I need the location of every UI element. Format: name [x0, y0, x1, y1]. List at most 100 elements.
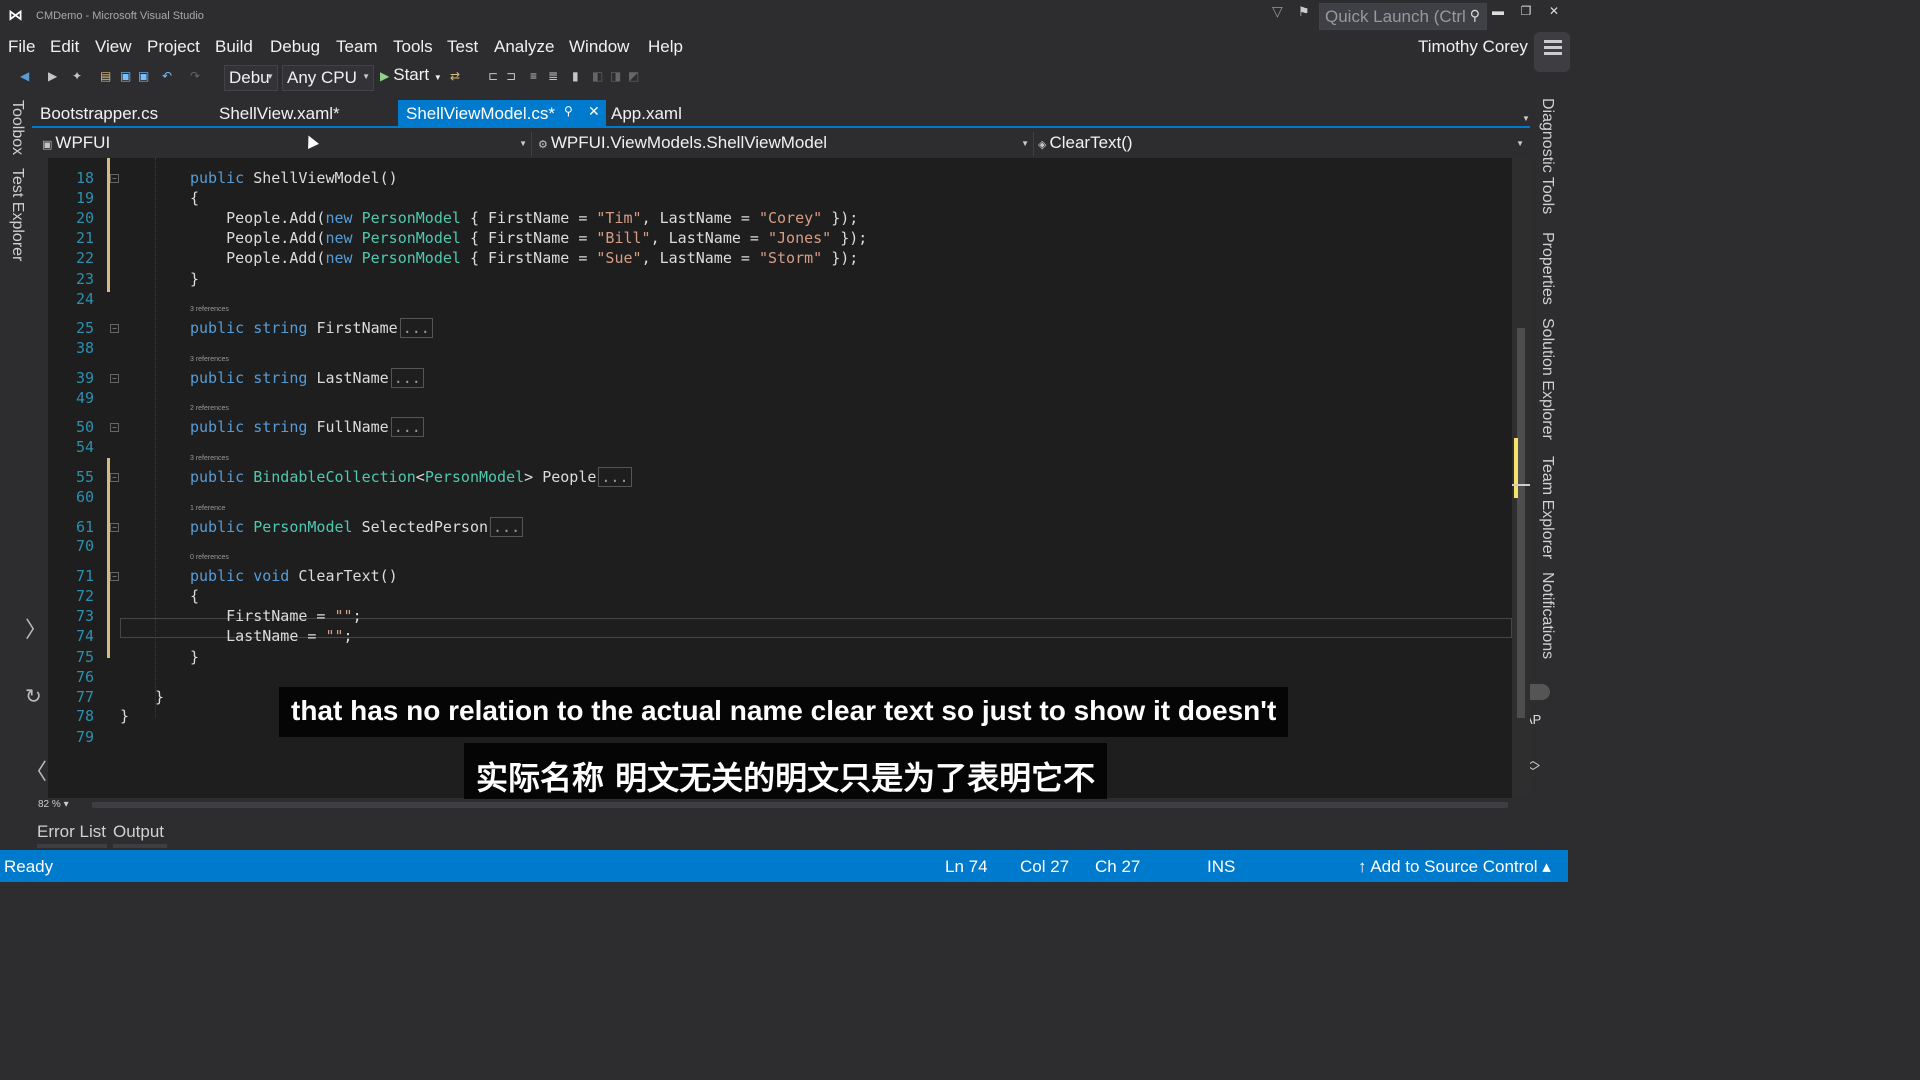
menu-tools[interactable]: Tools — [393, 37, 433, 57]
diagnostic-tools-tab[interactable]: Diagnostic Tools — [1538, 98, 1556, 214]
codelens-references[interactable]: 3 references — [190, 455, 229, 462]
scrollbar-thumb[interactable] — [1517, 328, 1525, 718]
code-token: } — [155, 688, 165, 706]
collapse-region-icon[interactable]: − — [110, 174, 119, 183]
menu-analyze[interactable]: Analyze — [494, 37, 554, 57]
tab-bootstrapper[interactable]: Bootstrapper.cs — [32, 100, 166, 126]
tab-shellview-xaml[interactable]: ShellView.xaml* — [211, 100, 348, 126]
menu-window[interactable]: Window — [569, 37, 629, 57]
menu-debug[interactable]: Debug — [270, 37, 320, 57]
toolbar-tool-icon[interactable]: ⊐ — [506, 69, 516, 83]
close-icon[interactable]: ✕ — [588, 103, 600, 120]
refresh-icon[interactable]: ↻ — [25, 684, 42, 709]
collapsed-region[interactable]: ... — [390, 417, 424, 437]
editor-vertical-scrollbar[interactable] — [1512, 158, 1530, 798]
editor-horizontal-scrollbar[interactable] — [92, 802, 1508, 808]
toolbar-tool-icon[interactable]: ⊏ — [488, 69, 498, 83]
code-line: People.Add(new PersonModel { FirstName =… — [190, 209, 858, 227]
quick-launch-input[interactable]: Quick Launch (Ctrl ⚲ — [1319, 3, 1487, 30]
menu-view[interactable]: View — [95, 37, 132, 57]
collapse-region-icon[interactable]: − — [110, 423, 119, 432]
collapsed-region[interactable]: ... — [399, 318, 433, 338]
collapse-region-icon[interactable]: − — [110, 523, 119, 532]
feedback-filter-icon[interactable]: ▽ — [1272, 3, 1283, 20]
code-line: public string FirstName... — [190, 318, 433, 338]
redo-icon[interactable]: ↷ — [190, 69, 200, 83]
line-number: 19 — [75, 189, 94, 207]
pin-icon[interactable]: ⚲ — [564, 104, 573, 118]
zoom-dropdown[interactable]: 82 % ▾ — [38, 799, 69, 810]
line-number: 78 — [75, 707, 94, 725]
status-bar: Ready Ln 74 Col 27 Ch 27 INS ↑ Add to So… — [0, 850, 1568, 882]
solution-explorer-tab[interactable]: Solution Explorer — [1538, 318, 1556, 440]
browser-link-icon[interactable]: ⇄ — [450, 69, 460, 83]
menu-build[interactable]: Build — [215, 37, 253, 57]
clear-bookmarks-icon[interactable]: ◩ — [628, 69, 639, 83]
line-number: 21 — [75, 229, 94, 247]
solution-configuration-dropdown[interactable]: Debu ▼ — [224, 65, 278, 91]
codelens-references[interactable]: 1 reference — [190, 505, 225, 512]
tab-shellviewmodel[interactable]: ShellViewModel.cs* ⚲ ✕ — [398, 100, 606, 126]
insert-mode[interactable]: INS — [1207, 857, 1235, 877]
collapse-region-icon[interactable]: − — [110, 324, 119, 333]
member-dropdown[interactable]: ◈ ClearText() ▼ — [1034, 132, 1528, 156]
codelens-references[interactable]: 3 references — [190, 356, 229, 363]
account-name[interactable]: Timothy Corey — [1418, 37, 1528, 57]
save-all-icon[interactable]: ▣ — [138, 69, 149, 83]
navigate-forward-icon[interactable]: ▶ — [48, 69, 57, 83]
notifications-tab[interactable]: Notifications — [1538, 572, 1556, 659]
save-icon[interactable]: ▣ — [120, 69, 131, 83]
type-dropdown[interactable]: ⚙ WPFUI.ViewModels.ShellViewModel ▼ — [534, 132, 1034, 156]
prev-bookmark-icon[interactable]: ◧ — [592, 69, 603, 83]
uncomment-icon[interactable]: ≣ — [548, 69, 558, 83]
collapse-region-icon[interactable]: − — [110, 473, 119, 482]
next-bookmark-icon[interactable]: ◨ — [610, 69, 621, 83]
menu-test[interactable]: Test — [447, 37, 478, 57]
collapsed-region[interactable]: ... — [490, 517, 524, 537]
codelens-references[interactable]: 0 references — [190, 554, 229, 561]
solution-platform-dropdown[interactable]: Any CPU ▼ — [282, 65, 374, 91]
team-explorer-tab[interactable]: Team Explorer — [1538, 456, 1556, 559]
notifications-icon[interactable]: ⚑ — [1298, 4, 1310, 20]
code-line: public ShellViewModel() — [190, 169, 398, 187]
chevron-left-icon[interactable]: 〈 — [25, 754, 47, 786]
zoom-value: 82 % — [38, 799, 61, 810]
navigate-back-icon[interactable]: ◀ — [20, 69, 29, 83]
minimize-button[interactable]: ▬ — [1488, 4, 1508, 18]
close-window-button[interactable]: ✕ — [1544, 4, 1564, 18]
code-token: PersonModel — [361, 209, 461, 227]
collapsed-region[interactable]: ... — [598, 467, 632, 487]
tab-error-list[interactable]: Error List — [37, 822, 106, 842]
tab-overflow-icon[interactable]: ▼ — [1522, 114, 1530, 123]
start-debugging-button[interactable]: ▶ Start ▼ — [380, 65, 442, 85]
tab-label: ShellViewModel.cs* — [406, 104, 555, 123]
test-explorer-tab[interactable]: Test Explorer — [8, 168, 26, 261]
line-number: 39 — [75, 369, 94, 387]
code-token: public string — [190, 369, 317, 387]
new-project-icon[interactable]: ✦ — [72, 69, 82, 83]
menu-team[interactable]: Team — [336, 37, 378, 57]
tab-output[interactable]: Output — [113, 822, 164, 842]
codelens-references[interactable]: 3 references — [190, 306, 229, 313]
add-to-source-control-button[interactable]: ↑ Add to Source Control ▴ — [1358, 857, 1551, 877]
menu-file[interactable]: File — [8, 37, 35, 57]
chevron-right-icon[interactable]: 〉 — [25, 612, 47, 644]
collapse-region-icon[interactable]: − — [110, 374, 119, 383]
collapse-region-icon[interactable]: − — [110, 572, 119, 581]
project-dropdown[interactable]: ▣ WPFUI ▼ — [38, 132, 532, 156]
comment-icon[interactable]: ≡ — [530, 69, 537, 83]
menu-help[interactable]: Help — [648, 37, 683, 57]
menu-edit[interactable]: Edit — [50, 37, 79, 57]
code-line: People.Add(new PersonModel { FirstName =… — [190, 249, 858, 267]
bookmark-icon[interactable]: ▮ — [572, 69, 579, 83]
code-token: "Sue" — [596, 249, 642, 267]
toolbox-tab[interactable]: Toolbox — [8, 100, 26, 155]
collapsed-region[interactable]: ... — [390, 368, 424, 388]
menu-project[interactable]: Project — [147, 37, 200, 57]
properties-tab[interactable]: Properties — [1538, 232, 1556, 305]
tab-app-xaml[interactable]: App.xaml — [603, 100, 690, 126]
codelens-references[interactable]: 2 references — [190, 405, 229, 412]
open-file-icon[interactable]: ▤ — [100, 69, 111, 83]
maximize-button[interactable]: ❐ — [1516, 4, 1536, 18]
undo-icon[interactable]: ↶ — [162, 69, 172, 83]
